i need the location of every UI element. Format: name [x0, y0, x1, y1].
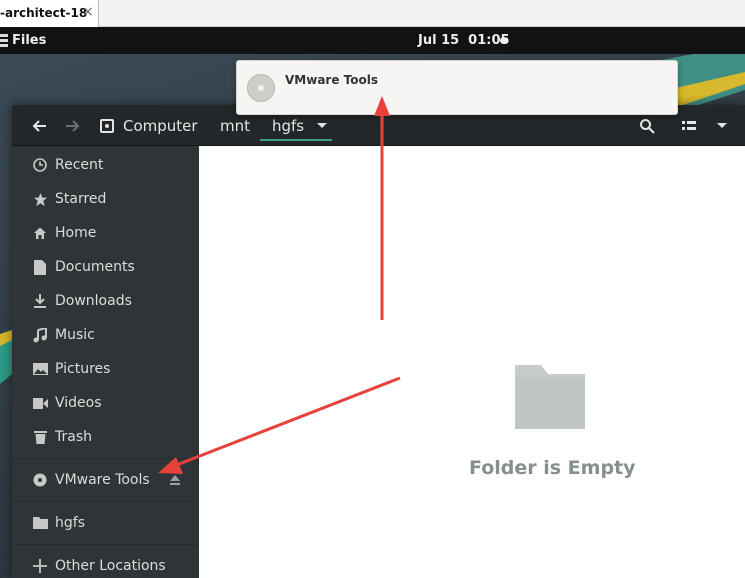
- breadcrumb-label: mnt: [220, 116, 250, 135]
- eject-icon[interactable]: [169, 474, 181, 486]
- trash-icon: [32, 429, 48, 445]
- sidebar-item-label: Recent: [55, 157, 104, 173]
- notification-dot-icon: [500, 37, 507, 44]
- clock[interactable]: Jul 15 01:05: [418, 33, 510, 48]
- sidebar-item-videos[interactable]: Videos: [12, 388, 199, 418]
- sidebar-item-label: Documents: [55, 259, 135, 275]
- close-icon[interactable]: ×: [82, 4, 94, 20]
- sidebar-item-label: Downloads: [55, 293, 132, 309]
- app-menu[interactable]: Files: [0, 27, 46, 54]
- vm-tab[interactable]: -architect-18 ×: [0, 0, 99, 27]
- picture-icon: [32, 361, 48, 377]
- sidebar-item-home[interactable]: Home: [12, 218, 199, 248]
- clock-date: Jul 15: [418, 33, 460, 48]
- sidebar-item-starred[interactable]: Starred: [12, 184, 199, 214]
- breadcrumb-computer[interactable]: Computer: [100, 105, 198, 146]
- files-window: Computer mnt hgfs Recent Starred Home Do…: [12, 105, 745, 578]
- star-icon: [32, 191, 48, 207]
- optical-disc-icon: [32, 472, 48, 488]
- clock-icon: [32, 157, 48, 173]
- document-icon: [32, 259, 48, 275]
- sidebar-item-pictures[interactable]: Pictures: [12, 354, 199, 384]
- window-menu-button[interactable]: [710, 105, 734, 146]
- folder-icon: [515, 365, 585, 429]
- arrow-left-icon: [32, 119, 46, 132]
- download-icon: [32, 293, 48, 309]
- sidebar-item-label: Pictures: [55, 361, 111, 377]
- forward-button[interactable]: [58, 105, 86, 146]
- folder-icon: [32, 515, 48, 531]
- current-location-indicator: [260, 139, 332, 141]
- sidebar-item-trash[interactable]: Trash: [12, 422, 199, 452]
- vm-tab-title: -architect-18: [0, 6, 88, 20]
- app-name: Files: [12, 33, 47, 48]
- sidebar-item-hgfs[interactable]: hgfs: [12, 508, 199, 538]
- sidebar: Recent Starred Home Documents Downloads …: [12, 146, 199, 578]
- sidebar-item-label: Starred: [55, 191, 107, 207]
- vm-tab-strip: -architect-18 ×: [0, 0, 745, 27]
- empty-folder-message: Folder is Empty: [469, 457, 636, 479]
- sidebar-item-vmware-tools[interactable]: VMware Tools: [12, 465, 199, 495]
- sidebar-item-label: Videos: [55, 395, 102, 411]
- sidebar-divider: [12, 544, 199, 545]
- plus-icon: [32, 558, 48, 574]
- sidebar-item-documents[interactable]: Documents: [12, 252, 199, 282]
- view-options-icon: [682, 120, 696, 130]
- search-icon: [640, 118, 655, 134]
- arrow-right-icon: [66, 119, 80, 132]
- sidebar-item-label: Trash: [55, 429, 92, 445]
- sidebar-item-music[interactable]: Music: [12, 320, 199, 350]
- sidebar-divider: [12, 458, 199, 459]
- file-view[interactable]: Folder is Empty: [199, 146, 745, 578]
- sidebar-item-other-locations[interactable]: Other Locations: [12, 551, 199, 578]
- sidebar-item-label: Home: [55, 225, 97, 241]
- sidebar-divider: [12, 501, 199, 502]
- notification-banner[interactable]: VMware Tools: [236, 60, 678, 115]
- top-bar: Files Jul 15 01:05: [0, 27, 745, 54]
- sidebar-item-downloads[interactable]: Downloads: [12, 286, 199, 316]
- sidebar-item-recent[interactable]: Recent: [12, 150, 199, 180]
- sidebar-item-label: Other Locations: [55, 558, 166, 574]
- breadcrumb-label: Computer: [123, 116, 198, 135]
- home-icon: [32, 225, 48, 241]
- files-app-icon: [0, 34, 8, 47]
- music-icon: [32, 327, 48, 343]
- sidebar-item-label: hgfs: [55, 515, 85, 531]
- chevron-down-icon: [717, 123, 727, 128]
- back-button[interactable]: [26, 105, 54, 146]
- chevron-down-icon: [317, 123, 328, 128]
- sidebar-item-label: Music: [55, 327, 95, 343]
- optical-disc-icon: [247, 74, 275, 102]
- video-icon: [32, 395, 48, 411]
- sidebar-item-label: VMware Tools: [55, 472, 150, 488]
- view-options-button[interactable]: [676, 105, 702, 146]
- breadcrumb-label: hgfs: [272, 116, 305, 135]
- notification-title: VMware Tools: [285, 73, 378, 87]
- drive-icon: [100, 118, 114, 133]
